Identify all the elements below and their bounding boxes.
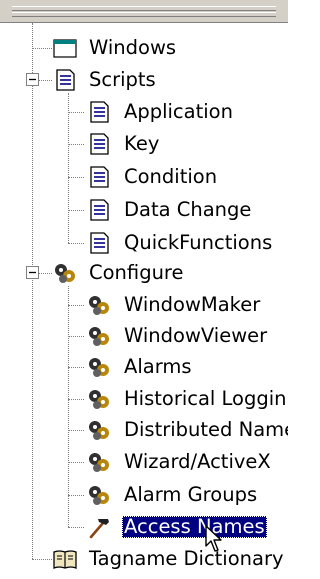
tree-item-condition[interactable]: Condition [0,162,288,192]
tree-item-label: Tagname Dictionary [89,547,284,570]
tree-item-windowviewer[interactable]: WindowViewer [0,321,288,351]
gears-icon [86,355,112,379]
gears-icon [86,324,112,348]
script-page-icon [86,231,112,255]
gears-icon [86,387,112,411]
tree-item-label: Historical Loggin [124,387,287,410]
tree-view[interactable]: Windows Scripts Application Key Conditio… [0,23,288,579]
hammer-icon [86,515,112,539]
gears-icon [86,418,112,442]
dictionary-book-icon [52,547,78,571]
tree-item-label: Application [124,100,233,123]
tree-item-scripts[interactable]: Scripts [0,65,288,95]
tree-item-key[interactable]: Key [0,129,288,159]
tree-item-alarms[interactable]: Alarms [0,352,288,382]
script-page-icon [86,100,112,124]
tree-item-label: Windows [89,36,177,59]
tree-item-wizard-activex[interactable]: Wizard/ActiveX [0,447,288,477]
explorer-panel: Windows Scripts Application Key Conditio… [0,0,288,579]
tree-item-configure[interactable]: Configure [0,258,288,288]
tree-item-label: Distributed Name [124,418,288,441]
panel-title-bar[interactable] [0,0,288,23]
gears-icon [86,450,112,474]
gears-icon [86,293,112,317]
collapse-minus-icon[interactable] [26,73,39,86]
tree-item-label: Wizard/ActiveX [124,450,271,473]
tree-item-label: Data Change [124,198,252,221]
gears-icon [52,261,78,285]
tree-item-label: WindowMaker [124,293,261,316]
tree-item-label: Configure [89,261,184,284]
tree-item-alarm-groups[interactable]: Alarm Groups [0,480,288,510]
tree-item-label: QuickFunctions [124,231,273,254]
panel-grip [12,12,276,17]
script-page-icon [52,68,78,92]
tree-item-label: Alarm Groups [124,483,258,506]
script-page-icon [86,198,112,222]
tree-item-label: Key [124,132,160,155]
tree-item-tagname-dictionary[interactable]: Tagname Dictionary [0,544,288,574]
gears-icon [86,483,112,507]
tree-item-quickfunctions[interactable]: QuickFunctions [0,228,288,258]
panel-grip [12,6,276,11]
collapse-minus-icon[interactable] [26,266,39,279]
tree-item-label: Access Names [122,515,267,538]
tree-item-access-names[interactable]: Access Names [0,512,288,542]
tree-item-windows[interactable]: Windows [0,33,288,63]
script-page-icon [86,132,112,156]
window-icon [52,36,78,60]
tree-item-application[interactable]: Application [0,97,288,127]
tree-item-historical-logging[interactable]: Historical Loggin [0,384,288,414]
tree-item-distributed-name-manager[interactable]: Distributed Name [0,415,288,445]
script-page-icon [86,165,112,189]
tree-item-label: Scripts [89,68,156,91]
tree-item-label: WindowViewer [124,324,268,347]
tree-item-data-change[interactable]: Data Change [0,195,288,225]
tree-item-windowmaker[interactable]: WindowMaker [0,290,288,320]
tree-item-label: Condition [124,165,218,188]
tree-item-label: Alarms [124,355,192,378]
